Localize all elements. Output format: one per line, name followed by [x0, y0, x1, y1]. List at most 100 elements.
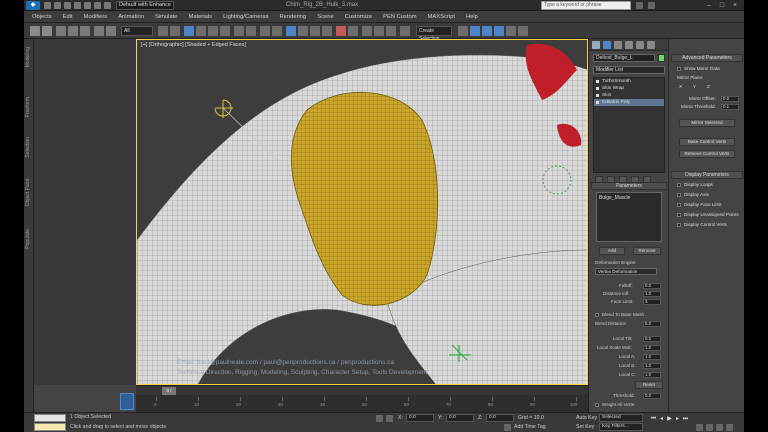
maximize-icon[interactable]: □ [717, 1, 727, 10]
falloff-spinner[interactable]: 0.0 [643, 283, 661, 289]
rendered-frame-icon[interactable] [482, 26, 492, 36]
menu-modifiers[interactable]: Modifiers [84, 14, 108, 20]
percent-snap-icon[interactable] [310, 26, 320, 36]
menu-edit[interactable]: Edit [63, 14, 73, 20]
mirror-axis-x[interactable]: X [679, 84, 682, 89]
go-to-start-icon[interactable]: ⏮ [650, 416, 657, 423]
parameters-rollout-header[interactable]: Parameters [591, 182, 667, 190]
menu-lighting-cameras[interactable]: Lighting/Cameras [223, 14, 268, 20]
display-checkbox[interactable] [677, 183, 681, 187]
snap-toggle-icon[interactable] [286, 26, 296, 36]
selection-filter[interactable]: All [121, 26, 153, 36]
placement-icon[interactable] [220, 26, 230, 36]
orbit-icon[interactable] [716, 424, 723, 431]
open-icon[interactable] [54, 2, 61, 9]
add-time-tag[interactable]: Add Time Tag [514, 424, 546, 430]
maxscript-mini[interactable] [34, 423, 66, 431]
toggle-ribbon-icon[interactable] [374, 26, 384, 36]
y-coordinate[interactable]: 0.0 [446, 414, 474, 422]
absolute-mode-icon[interactable] [386, 415, 393, 422]
display-checkbox[interactable] [677, 193, 681, 197]
tab-object-paint[interactable]: Object Paint [25, 179, 33, 206]
mirror-offset-spinner[interactable]: 0.0 [721, 96, 739, 102]
object-color-swatch[interactable] [658, 54, 665, 62]
render-setup-icon[interactable] [470, 26, 480, 36]
new-icon[interactable] [44, 2, 51, 9]
go-to-end-icon[interactable]: ⏭ [682, 416, 689, 423]
manipulate-icon[interactable] [260, 26, 270, 36]
bulb-icon[interactable] [596, 101, 599, 104]
mirror-selected-button[interactable]: Mirror Selected [679, 119, 735, 127]
bind-space-warp-icon[interactable] [80, 26, 90, 36]
bulge-list[interactable]: Bulge_Muscle [596, 192, 662, 242]
help-icon[interactable] [648, 2, 655, 9]
close-icon[interactable]: × [730, 1, 740, 10]
modifier-list-dropdown[interactable]: Modifier List [593, 66, 665, 74]
local-c-spinner[interactable]: 1.0 [643, 372, 661, 378]
stack-item[interactable]: Skin Wrap [594, 85, 664, 92]
threshold-spinner[interactable]: 0.0 [643, 393, 661, 399]
bake-control-verts-button[interactable]: Bake Control Verts [679, 138, 735, 146]
lock-selection-icon[interactable] [376, 415, 383, 422]
local-scale-spinner[interactable]: 1.0 [643, 345, 661, 351]
menu-pen-custom[interactable]: PEN Custom [383, 14, 417, 20]
material-editor-icon[interactable] [458, 26, 468, 36]
workspace-icon[interactable] [104, 2, 111, 9]
menu-scene[interactable]: Scene [317, 14, 333, 20]
ref-coord-icon[interactable] [234, 26, 244, 36]
modify-tab-icon[interactable] [603, 41, 611, 49]
utilities-tab-icon[interactable] [647, 41, 655, 49]
local-a-spinner[interactable]: 1.0 [643, 354, 661, 360]
retrieve-control-verts-button[interactable]: Retrieve Control Verts [679, 150, 735, 158]
motion-tab-icon[interactable] [625, 41, 633, 49]
time-tag-icon[interactable] [504, 424, 511, 431]
search-icon[interactable] [636, 2, 643, 9]
add-button[interactable]: Add [599, 247, 625, 255]
viewport-label[interactable]: [+] [Orthographic] [Shaded + Edged Faces… [141, 42, 246, 48]
display-checkbox[interactable] [677, 203, 681, 207]
viewport-orthographic[interactable]: [+] [Orthographic] [Shaded + Edged Faces… [136, 39, 588, 385]
key-selection-dropdown[interactable]: Selected [599, 414, 643, 422]
app-menu-button[interactable]: ◆ [26, 1, 40, 10]
time-slider-bar[interactable]: 0 / 100 [136, 385, 588, 401]
remove-button[interactable]: Remove [633, 247, 661, 255]
stack-item[interactable]: TurboSmooth [594, 78, 664, 85]
render-iterative-icon[interactable] [506, 26, 516, 36]
menu-materials[interactable]: Materials [189, 14, 213, 20]
select-by-name-icon[interactable] [106, 26, 116, 36]
keyboard-shortcut-icon[interactable] [272, 26, 282, 36]
auto-key-button[interactable]: Auto Key [576, 415, 597, 421]
next-frame-icon[interactable]: ▸ [674, 416, 681, 423]
object-name-field[interactable]: Deltoid_Bulge_L [593, 54, 655, 62]
redo-icon[interactable] [84, 2, 91, 9]
window-crossing-icon[interactable] [170, 26, 180, 36]
display-tab-icon[interactable] [636, 41, 644, 49]
select-rotate-icon[interactable] [196, 26, 206, 36]
menu-help[interactable]: Help [466, 14, 478, 20]
tab-selection[interactable]: Selection [25, 137, 33, 158]
tab-freeform[interactable]: Freeform [25, 97, 33, 117]
menu-customize[interactable]: Customize [345, 14, 372, 20]
stack-item-selected[interactable]: Editable Poly [594, 99, 664, 106]
maxscript-listener[interactable] [34, 414, 66, 422]
select-object-icon[interactable] [94, 26, 104, 36]
spinner-snap-icon[interactable] [322, 26, 332, 36]
display-checkbox[interactable] [677, 223, 681, 227]
search-input[interactable]: Type a keyword or phrase [541, 1, 631, 10]
z-coordinate[interactable]: 0.0 [486, 414, 514, 422]
key-filters-button[interactable]: Key Filters... [599, 423, 643, 431]
time-slider[interactable]: 0 / 100 [162, 387, 176, 401]
layer-explorer-icon[interactable] [362, 26, 372, 36]
x-coordinate[interactable]: 0.0 [406, 414, 434, 422]
render-production-icon[interactable] [494, 26, 504, 36]
menu-animation[interactable]: Animation [118, 14, 144, 20]
mirror-axis-y[interactable]: Y [693, 84, 696, 89]
stack-item[interactable]: Skin [594, 92, 664, 99]
blend-distance-spinner[interactable]: 5.0 [643, 321, 661, 327]
reset-button[interactable]: Reset [635, 381, 663, 389]
angle-snap-icon[interactable] [298, 26, 308, 36]
tab-modeling[interactable]: Modeling [25, 47, 33, 67]
bulb-icon[interactable] [596, 94, 599, 97]
workspace-select[interactable]: Default with Enhance [116, 1, 174, 10]
hierarchy-tab-icon[interactable] [614, 41, 622, 49]
